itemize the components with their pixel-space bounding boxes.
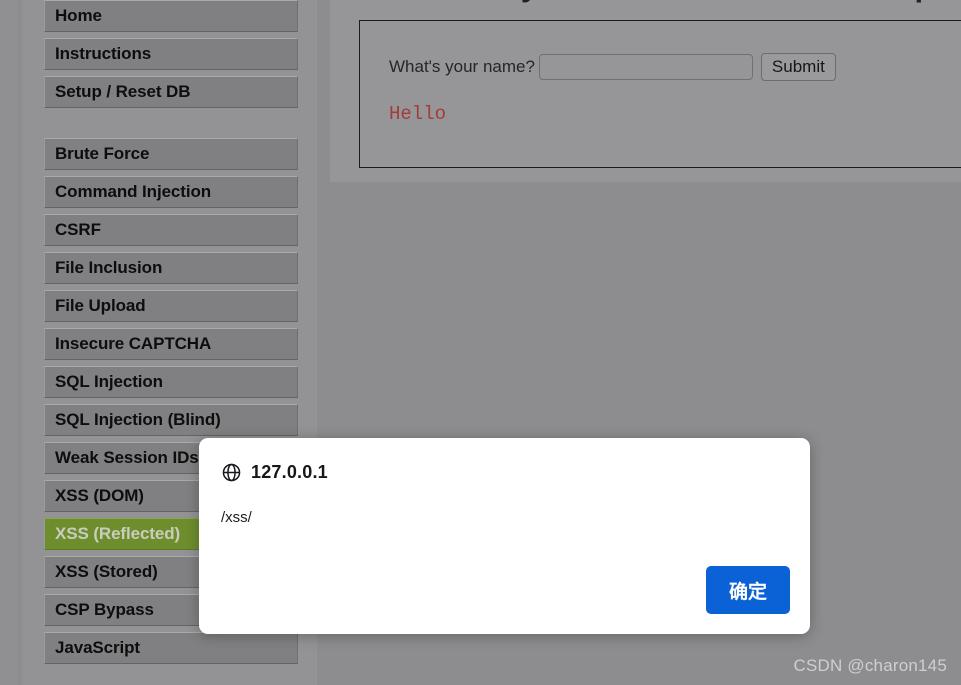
sidebar-item-sql-injection[interactable]: SQL Injection (44, 366, 298, 398)
sidebar-item-instructions[interactable]: Instructions (44, 38, 298, 70)
sidebar-item-file-inclusion[interactable]: File Inclusion (44, 252, 298, 284)
sidebar-group-primary: Home Instructions Setup / Reset DB (22, 0, 317, 108)
dialog-confirm-button[interactable]: 确定 (706, 566, 790, 614)
dialog-header: 127.0.0.1 (221, 462, 788, 483)
sidebar-item-javascript[interactable]: JavaScript (44, 632, 298, 664)
globe-icon (221, 462, 242, 483)
sidebar-item-brute-force[interactable]: Brute Force (44, 138, 298, 170)
sidebar-item-sql-injection-blind[interactable]: SQL Injection (Blind) (44, 404, 298, 436)
sidebar-item-setup-reset-db[interactable]: Setup / Reset DB (44, 76, 298, 108)
sidebar-item-insecure-captcha[interactable]: Insecure CAPTCHA (44, 328, 298, 360)
left-gutter (0, 0, 18, 685)
javascript-alert-dialog: 127.0.0.1 /xss/ 确定 (199, 438, 810, 634)
xss-form: What's your name? Submit (389, 53, 961, 81)
vulnerability-panel: What's your name? Submit Hello (359, 20, 961, 168)
name-input[interactable] (538, 54, 753, 80)
watermark: CSDN @charon145 (793, 656, 947, 675)
dialog-message: /xss/ (221, 509, 252, 526)
page-title: Vulnerability: Reflected Cross Site Scri… (358, 0, 961, 4)
sidebar-item-command-injection[interactable]: Command Injection (44, 176, 298, 208)
name-field-label: What's your name? (389, 57, 535, 76)
xss-result-text: Hello (389, 103, 447, 125)
dialog-actions: 确定 (706, 566, 790, 614)
sidebar-item-csrf[interactable]: CSRF (44, 214, 298, 246)
sidebar-item-home[interactable]: Home (44, 0, 298, 32)
submit-button[interactable]: Submit (760, 53, 836, 81)
browser-page: Home Instructions Setup / Reset DB Brute… (0, 0, 961, 685)
dialog-origin: 127.0.0.1 (251, 462, 328, 482)
main-content: Vulnerability: Reflected Cross Site Scri… (330, 0, 961, 182)
sidebar-item-file-upload[interactable]: File Upload (44, 290, 298, 322)
